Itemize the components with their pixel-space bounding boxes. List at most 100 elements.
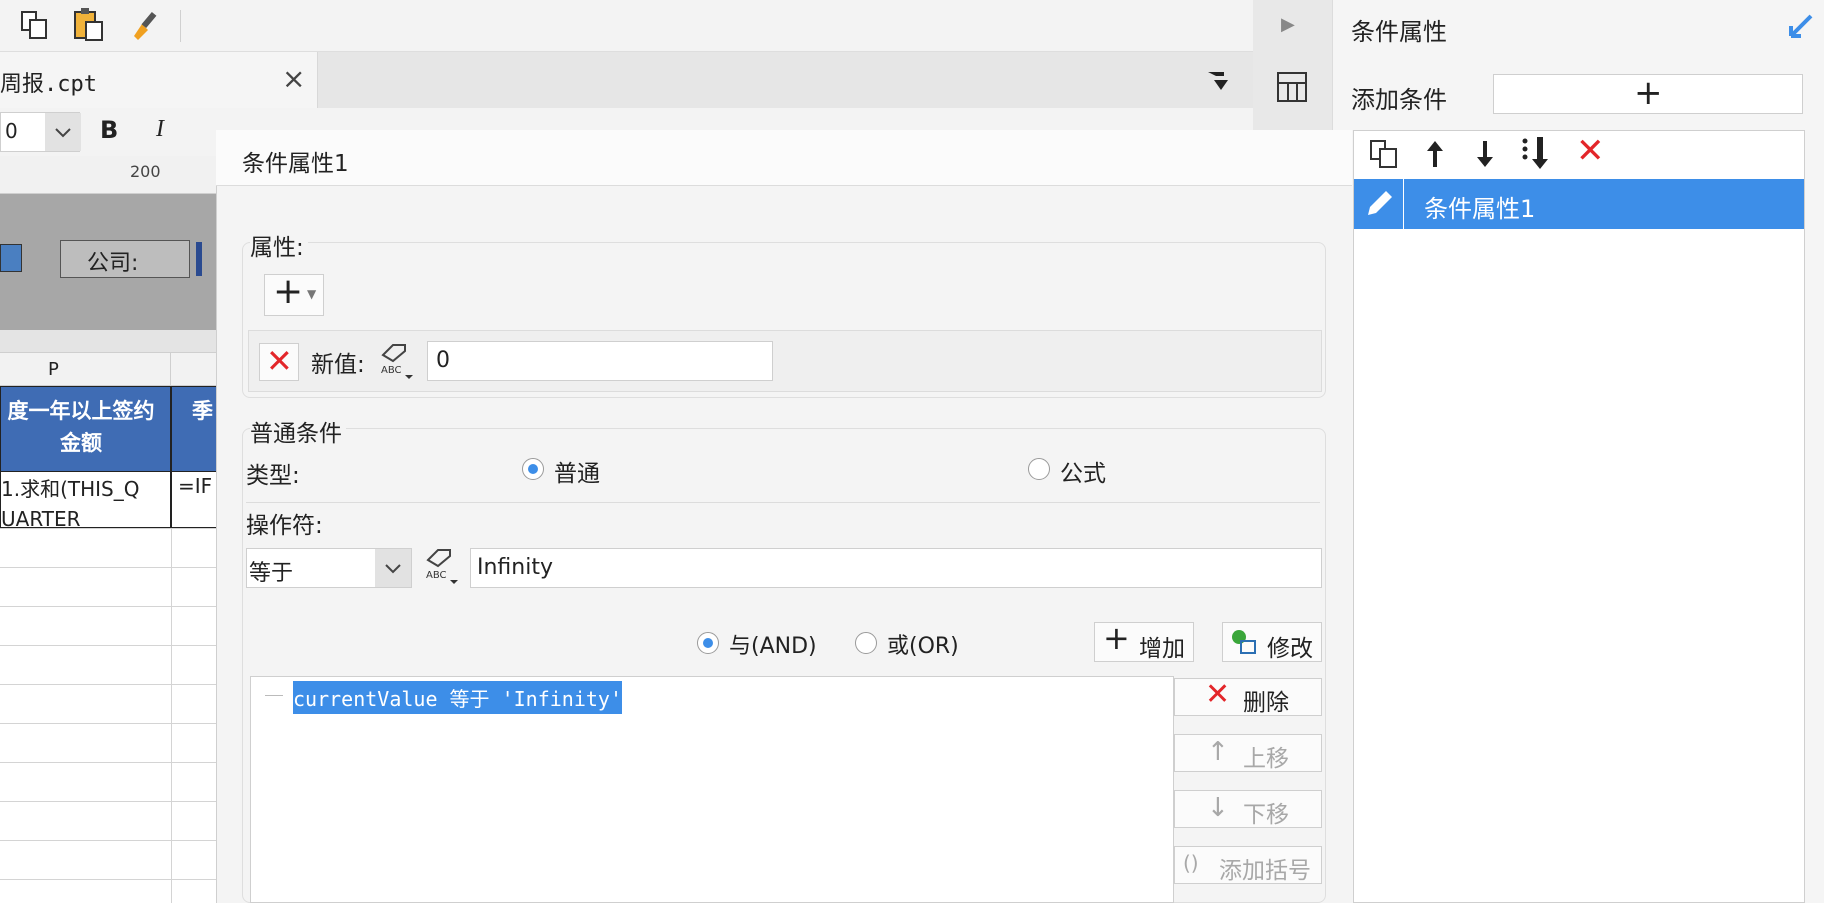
operator-label: 操作符:	[246, 513, 323, 539]
checkmark-icon[interactable]	[1787, 12, 1815, 40]
header-cell-q[interactable]: 季	[171, 386, 220, 472]
modify-button-label: 修改	[1267, 636, 1313, 662]
move-to-bottom-icon[interactable]	[1520, 135, 1554, 171]
attribute-row: ✕ 新值: ABC 0	[248, 330, 1322, 392]
freeze-grid-icon[interactable]	[1275, 70, 1309, 104]
and-radio[interactable]	[697, 632, 719, 654]
type-label: 类型:	[246, 463, 300, 489]
condition-item[interactable]: currentValue 等于 'Infinity'	[293, 681, 622, 714]
format-painter-icon[interactable]	[128, 6, 164, 42]
cell-p-text: 1.求和(THIS_QUARTER_	[1, 477, 140, 528]
edit-pencil-icon[interactable]	[1354, 179, 1404, 229]
panel-title: 条件属性	[1351, 18, 1447, 46]
add-condition-label: 添加条件	[1351, 86, 1447, 114]
arrow-down-icon[interactable]	[1470, 137, 1500, 171]
expand-arrow-icon[interactable]: ▶	[1281, 14, 1295, 35]
operand-input[interactable]: Infinity	[470, 548, 1322, 588]
delete-attribute-button[interactable]: ✕	[259, 342, 299, 381]
ruler: 200	[0, 156, 220, 194]
header-cell-p[interactable]: 度一年以上签约金额	[0, 386, 171, 472]
type-normal-label: 普通	[554, 461, 600, 487]
type-formula-label: 公式	[1060, 461, 1106, 487]
list-item-label: 条件属性1	[1424, 195, 1536, 223]
modify-button[interactable]: 修改	[1222, 622, 1322, 662]
type-normal-radio[interactable]	[522, 458, 544, 480]
add-bracket-button[interactable]: () 添加括号	[1174, 846, 1322, 884]
divider	[246, 502, 1320, 503]
new-value-text: 0	[436, 348, 450, 373]
paste-icon[interactable]	[72, 6, 106, 42]
add-condition-plus: +	[1634, 73, 1663, 113]
move-down-button[interactable]: ↓ 下移	[1174, 790, 1322, 828]
move-up-label: 上移	[1243, 746, 1289, 772]
formula-type-icon[interactable]: ABC	[379, 341, 413, 381]
add-attribute-plus: +	[273, 271, 304, 312]
dialog-titlebar: 条件属性1	[216, 130, 1352, 186]
column-p-label: P	[48, 359, 59, 380]
move-down-label: 下移	[1243, 802, 1289, 828]
condition-list-box: ✕ 条件属性1	[1353, 130, 1805, 903]
arrow-up-icon[interactable]	[1420, 137, 1450, 171]
bold-icon[interactable]: B	[100, 116, 118, 144]
type-formula-radio[interactable]	[1028, 458, 1050, 480]
chevron-down-icon[interactable]	[1204, 66, 1232, 94]
copy-icon[interactable]	[20, 8, 50, 42]
top-toolbar	[0, 0, 1253, 52]
cell-q[interactable]: =IF	[171, 472, 220, 528]
operator-value: 等于	[249, 561, 294, 586]
bracket-icon: ()	[1183, 851, 1199, 875]
chevron-down-icon[interactable]	[375, 549, 411, 587]
toolbar-divider	[180, 10, 181, 42]
company-select[interactable]	[196, 242, 202, 276]
operand-value: Infinity	[477, 555, 553, 580]
formula-type-icon[interactable]: ABC	[424, 546, 458, 588]
company-label-box: 公司:	[60, 240, 190, 278]
and-label: 与(AND)	[729, 634, 817, 659]
ruler-mark: 200	[130, 162, 161, 181]
or-label: 或(OR)	[887, 634, 959, 659]
new-value-label: 新值:	[311, 352, 365, 378]
font-size-value: 0	[5, 119, 18, 143]
condition-tree[interactable]: currentValue 等于 'Infinity'	[250, 676, 1174, 903]
italic-icon[interactable]: I	[156, 116, 164, 143]
move-up-button[interactable]: ↑ 上移	[1174, 734, 1322, 772]
normal-condition-label: 普通条件	[250, 414, 346, 448]
grid-lines	[0, 528, 220, 903]
dropdown-icon[interactable]	[0, 244, 22, 272]
delete-icon[interactable]: ✕	[1576, 131, 1605, 171]
file-tab-title: 周报.cpt	[0, 72, 97, 97]
delete-icon: ✕	[266, 342, 293, 380]
add-attribute-button[interactable]: + ▼	[264, 271, 324, 316]
attribute-group-label: 属性:	[250, 228, 308, 262]
chevron-down-icon[interactable]	[45, 113, 81, 151]
column-header: P	[0, 352, 220, 387]
caret-down-icon: ▼	[307, 287, 317, 301]
file-tab[interactable]: 周报.cpt ×	[0, 52, 318, 108]
modify-icon	[1229, 627, 1259, 657]
plus-icon: +	[1103, 619, 1130, 657]
spreadsheet: 度一年以上签约金额 季 1.求和(THIS_QUARTER_ =IF	[0, 386, 220, 903]
dialog-title: 条件属性1	[242, 151, 349, 177]
delete-button[interactable]: ✕ 删除	[1174, 677, 1322, 716]
svg-text:ABC: ABC	[381, 365, 402, 376]
company-label: 公司:	[87, 251, 139, 276]
add-button[interactable]: + 增加	[1094, 619, 1194, 662]
tree-connector	[265, 695, 283, 696]
svg-text:ABC: ABC	[426, 570, 447, 581]
condition-attributes-panel: 条件属性 添加条件 + ✕ 条件属性1	[1332, 0, 1824, 903]
font-size-select[interactable]: 0	[0, 112, 81, 152]
new-value-input[interactable]: 0	[427, 341, 773, 381]
list-item[interactable]: 条件属性1	[1354, 179, 1804, 229]
or-radio[interactable]	[855, 632, 877, 654]
close-icon[interactable]: ×	[282, 62, 305, 95]
cell-p[interactable]: 1.求和(THIS_QUARTER_	[0, 472, 171, 528]
parameter-panel: 公司:	[0, 194, 220, 330]
copy-icon[interactable]	[1368, 137, 1402, 171]
add-condition-button[interactable]: +	[1493, 73, 1803, 114]
delete-button-label: 删除	[1243, 690, 1289, 716]
header-q-text: 季	[192, 399, 213, 423]
header-p-text: 度一年以上签约金额	[7, 399, 155, 455]
arrow-down-icon: ↓	[1207, 793, 1229, 823]
delete-icon: ✕	[1205, 677, 1231, 712]
operator-select[interactable]: 等于	[246, 548, 412, 588]
